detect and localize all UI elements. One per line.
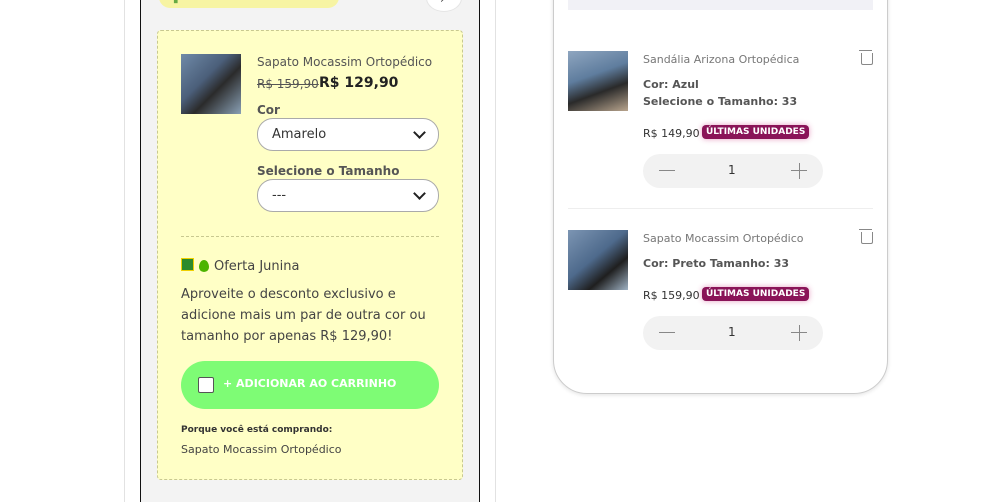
chevron-right-icon: ›	[440, 0, 445, 6]
plus-icon-vertical	[799, 325, 800, 341]
cart-panel: Sandália Arizona Ortopédica Cor: Azul Se…	[553, 0, 888, 394]
product-name: Sapato Mocassim Ortopédico	[257, 55, 433, 69]
minus-icon[interactable]	[659, 332, 675, 333]
quantity-stepper: 1	[643, 316, 823, 350]
minus-icon[interactable]	[659, 170, 675, 171]
why-label: Porque você está comprando:	[181, 425, 333, 435]
upsell-phone-screen: ▮ ‹ › Sapato Mocassim Ortopédico R$ 159,…	[140, 0, 480, 502]
next-button[interactable]: ›	[426, 0, 462, 12]
offer-title: Oferta Junina	[181, 257, 299, 274]
cart-item-price: R$ 149,90	[643, 127, 700, 140]
product-image	[181, 54, 241, 114]
chevron-down-icon	[413, 187, 426, 200]
size-select-value: ---	[272, 188, 287, 203]
cart-item-size: Selecione o Tamanho: 33	[643, 95, 798, 108]
why-product: Sapato Mocassim Ortopédico	[181, 443, 342, 456]
plus-icon-vertical	[799, 163, 800, 179]
gift-icon: ▮	[173, 0, 179, 5]
cart-item-image	[568, 230, 628, 290]
gift-icon	[181, 258, 194, 271]
trash-icon[interactable]	[859, 229, 873, 244]
offer-description: Aproveite o desconto exclusivo e adicion…	[181, 287, 426, 344]
cart-item-name: Sapato Mocassim Ortopédico	[643, 232, 804, 245]
old-price: R$ 159,90	[257, 77, 319, 91]
color-select-value: Amarelo	[272, 127, 327, 142]
cart-item-image	[568, 51, 628, 111]
add-to-cart-label: + ADICIONAR AO CARRINHO	[223, 377, 397, 390]
add-to-cart-button[interactable]: + ADICIONAR AO CARRINHO	[181, 361, 439, 409]
divider	[181, 236, 439, 237]
item-divider	[568, 208, 873, 209]
chevron-down-icon	[413, 126, 426, 139]
cart-topbar	[568, 0, 873, 10]
quantity-stepper: 1	[643, 154, 823, 188]
cart-item-price: R$ 159,90	[643, 289, 700, 302]
last-units-badge: ÚLTIMAS UNIDADES	[702, 287, 810, 301]
cart-item-name: Sandália Arizona Ortopédica	[643, 53, 800, 66]
quantity-value: 1	[728, 325, 736, 339]
fire-icon	[199, 260, 209, 272]
add-offer-checkbox[interactable]	[198, 377, 214, 393]
new-price: R$ 129,90	[319, 75, 399, 91]
carousel-dots	[291, 492, 324, 502]
offer-title-text: Oferta Junina	[214, 259, 300, 274]
cart-item-attrs: Cor: Preto Tamanho: 33	[643, 257, 790, 270]
top-pill: ▮	[159, 0, 339, 8]
size-select[interactable]: ---	[257, 179, 439, 212]
color-select[interactable]: Amarelo	[257, 118, 439, 151]
prev-arrow-icon[interactable]: ‹	[395, 0, 400, 4]
cart-item-color: Cor: Azul	[643, 78, 699, 91]
size-label: Selecione o Tamanho	[257, 164, 400, 178]
trash-icon[interactable]	[859, 50, 873, 65]
quantity-value: 1	[728, 163, 736, 177]
last-units-badge: ÚLTIMAS UNIDADES	[702, 125, 810, 139]
upsell-offer-card: Sapato Mocassim Ortopédico R$ 159,90 R$ …	[157, 30, 463, 480]
color-label: Cor	[257, 103, 280, 117]
